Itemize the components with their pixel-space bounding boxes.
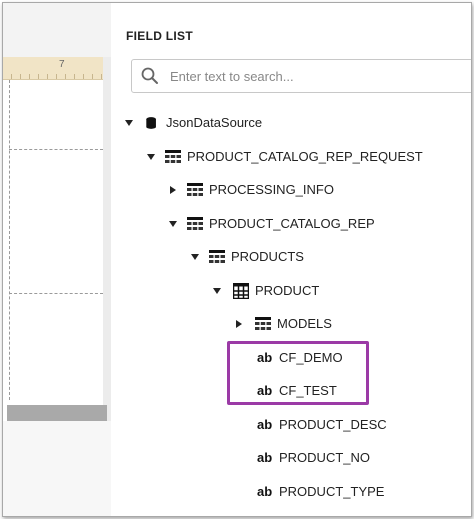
table-icon: [209, 250, 225, 263]
search-icon: [141, 67, 158, 84]
database-icon: [146, 117, 156, 129]
table-icon: [165, 150, 181, 163]
app-window: 7 FIELD LIST JsonDataSource: [2, 2, 472, 517]
string-type-icon: ab: [257, 417, 273, 432]
band-separator: [9, 293, 103, 294]
highlight-box: [227, 341, 369, 405]
field-label: PRODUCT_DESC: [279, 417, 387, 432]
horizontal-scrollbar[interactable]: [7, 405, 107, 421]
table-icon: [255, 317, 271, 330]
string-type-icon: ab: [257, 484, 273, 499]
collapse-arrow-icon[interactable]: [123, 112, 135, 134]
canvas-lower-area: [3, 421, 111, 516]
expand-arrow-icon[interactable]: [233, 313, 245, 335]
search-input[interactable]: [168, 65, 471, 87]
panel-title: FIELD LIST: [126, 29, 193, 43]
field-list-panel: FIELD LIST JsonDataSource: [111, 3, 471, 516]
grid-table-icon: [233, 283, 249, 299]
table-icon: [187, 183, 203, 196]
horizontal-ruler: 7: [3, 57, 111, 80]
band-separator: [9, 149, 103, 150]
collapse-arrow-icon[interactable]: [145, 146, 157, 168]
string-type-icon: ab: [257, 450, 273, 465]
report-design-canvas[interactable]: 7: [3, 3, 111, 516]
tree-node-label: JsonDataSource: [166, 115, 263, 130]
tree-node-label: PRODUCT: [255, 283, 320, 298]
tree-node-label: PRODUCT_CATALOG_REP: [209, 216, 375, 231]
tree-node-label: MODELS: [277, 316, 332, 331]
ruler-number: 7: [59, 59, 65, 70]
collapse-arrow-icon[interactable]: [167, 213, 179, 235]
tree-node-label: PRODUCT_CATALOG_REP_REQUEST: [187, 149, 423, 164]
tree-node-label: PROCESSING_INFO: [209, 182, 334, 197]
search-box[interactable]: [131, 59, 471, 93]
field-label: PRODUCT_TYPE: [279, 484, 385, 499]
field-label: PRODUCT_NO: [279, 450, 371, 465]
tree-node-label: PRODUCTS: [231, 249, 304, 264]
report-page-area[interactable]: [9, 80, 104, 400]
table-icon: [187, 217, 203, 230]
expand-arrow-icon[interactable]: [167, 179, 179, 201]
collapse-arrow-icon[interactable]: [211, 280, 223, 302]
canvas-top-area: [3, 3, 111, 57]
collapse-arrow-icon[interactable]: [189, 246, 201, 268]
